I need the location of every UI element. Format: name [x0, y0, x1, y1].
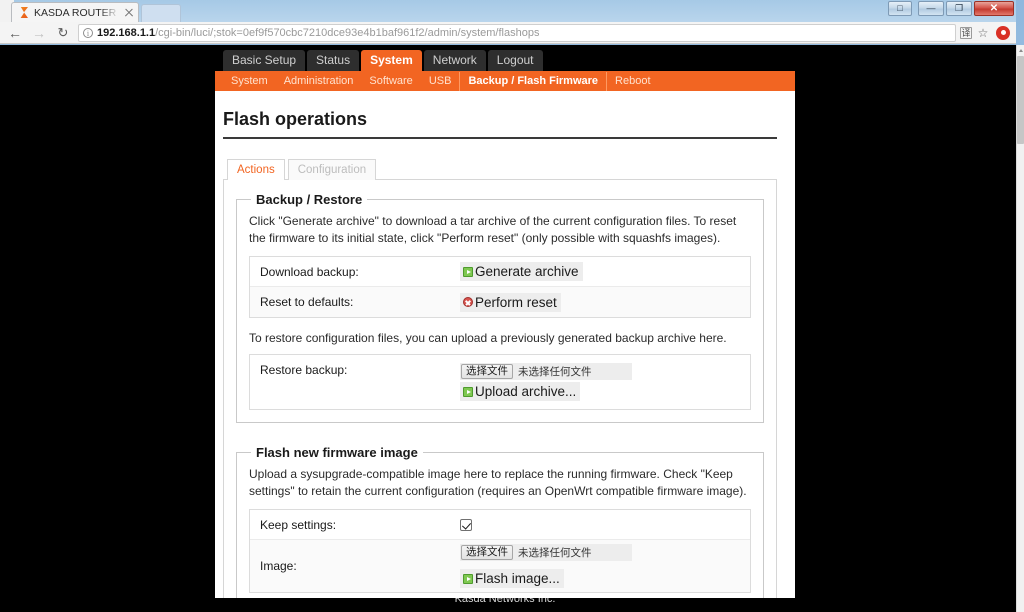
browser-window: KASDA ROUTER :Home □ — ❐ ✕ ← → ↻ i	[0, 0, 1024, 612]
submenu-item-software[interactable]: Software	[361, 72, 420, 91]
url-path: /cgi-bin/luci/;stok=0ef9f570cbc7210dce93…	[155, 26, 540, 39]
perform-reset-label: Perform reset	[475, 294, 557, 310]
forward-icon[interactable]: →	[28, 23, 50, 43]
mainmenu-item-network[interactable]: Network	[423, 50, 486, 71]
reload-icon[interactable]: ↻	[52, 23, 74, 43]
table-row: Keep settings:	[250, 510, 750, 540]
submenu-item-backup-flash-firmware[interactable]: Backup / Flash Firmware	[459, 71, 608, 91]
window-close-button[interactable]: ✕	[974, 1, 1014, 16]
close-icon[interactable]	[124, 8, 134, 18]
generate-archive-button[interactable]: Generate archive	[460, 262, 583, 281]
mainmenu-item-system[interactable]: System	[361, 50, 422, 71]
luci-page-container: Basic Setup Status System Network Logout…	[215, 45, 795, 612]
table-row: Restore backup: 选择文件 未选择任何文件 Upload arch…	[250, 355, 750, 409]
url-text: 192.168.1.1/cgi-bin/luci/;stok=0ef9f570c…	[97, 27, 539, 39]
image-file-input[interactable]: 选择文件 未选择任何文件	[460, 544, 632, 561]
restore-backup-label: Restore backup:	[260, 363, 348, 377]
sub-navigation: System Administration Software USB Backu…	[215, 71, 795, 91]
browser-tab-title: KASDA ROUTER :Home	[34, 6, 119, 19]
page-title: Flash operations	[223, 101, 777, 139]
restore-file-input[interactable]: 选择文件 未选择任何文件	[460, 363, 632, 380]
profile-avatar-icon[interactable]	[994, 24, 1012, 42]
restore-file-name: 未选择任何文件	[518, 366, 592, 378]
minimize-icon: —	[926, 3, 936, 13]
submenu-item-administration[interactable]: Administration	[276, 72, 362, 91]
page-footer-strip: Kasda Networks Inc.	[215, 598, 795, 612]
perform-reset-button[interactable]: Perform reset	[460, 292, 561, 312]
reset-defaults-value: Perform reset	[460, 292, 740, 312]
window-maximize-button[interactable]: ❐	[946, 1, 972, 16]
mainmenu-item-basic-setup[interactable]: Basic Setup	[223, 50, 306, 71]
apply-arrow-icon	[463, 573, 473, 584]
table-row: Download backup: Generate archive	[250, 257, 750, 287]
apply-arrow-icon	[463, 266, 473, 277]
reset-defaults-label: Reset to defaults:	[260, 295, 354, 309]
image-choose-file-button[interactable]: 选择文件	[461, 545, 513, 560]
tab-configuration[interactable]: Configuration	[287, 159, 377, 180]
restore-backup-value: 选择文件 未选择任何文件 Upload archive...	[460, 363, 740, 401]
upload-archive-button[interactable]: Upload archive...	[460, 382, 581, 401]
flash-image-button[interactable]: Flash image...	[460, 569, 564, 588]
keep-settings-checkbox[interactable]	[460, 518, 472, 531]
address-bar[interactable]: i 192.168.1.1/cgi-bin/luci/;stok=0ef9f57…	[78, 23, 956, 42]
section-backup-restore-description: Click "Generate archive" to download a t…	[249, 214, 737, 245]
cbi-tab-bar: Actions Configuration	[227, 159, 777, 180]
kasda-logo-icon	[18, 7, 29, 18]
url-host: 192.168.1.1	[97, 26, 156, 39]
image-file-name: 未选择任何文件	[518, 547, 592, 559]
mainmenu-item-logout[interactable]: Logout	[487, 50, 543, 71]
back-icon[interactable]: ←	[4, 23, 26, 43]
download-backup-value: Generate archive	[460, 262, 740, 281]
section-flash-firmware-description: Upload a sysupgrade-compatible image her…	[249, 467, 747, 498]
window-minimize-button[interactable]: —	[918, 1, 944, 16]
vertical-scrollbar[interactable]	[1016, 45, 1024, 612]
maximize-icon: ❐	[954, 3, 964, 13]
window-controls: □ — ❐ ✕	[888, 1, 1014, 16]
page-body: Flash operations Actions Configuration B…	[215, 91, 795, 612]
translate-icon[interactable]: 译	[960, 26, 972, 39]
backup-actions-table: Download backup: Generate archive Reset …	[249, 256, 751, 318]
main-navigation: Basic Setup Status System Network Logout	[215, 45, 795, 71]
section-backup-restore-legend: Backup / Restore	[256, 192, 363, 207]
page-viewport: Basic Setup Status System Network Logout…	[0, 45, 1016, 612]
apply-arrow-icon	[463, 386, 473, 397]
mainmenu-item-status[interactable]: Status	[307, 50, 360, 71]
browser-toolbar: ← → ↻ i 192.168.1.1/cgi-bin/luci/;stok=0…	[0, 22, 1016, 44]
close-icon: ✕	[989, 2, 999, 14]
table-row: Image: 选择文件 未选择任何文件 Flash image...	[250, 540, 750, 592]
submenu-item-usb[interactable]: USB	[421, 72, 460, 91]
user-icon: □	[897, 3, 903, 13]
bookmark-star-icon[interactable]: ☆	[974, 24, 992, 42]
page-footer-text: Kasda Networks Inc.	[454, 598, 556, 605]
flash-image-label: Flash image...	[475, 571, 560, 586]
page-info-icon[interactable]: i	[83, 27, 93, 38]
browser-tab-strip: KASDA ROUTER :Home □ — ❐ ✕	[0, 0, 1016, 22]
restore-choose-file-button[interactable]: 选择文件	[461, 364, 513, 379]
generate-archive-label: Generate archive	[475, 264, 579, 279]
section-flash-firmware-legend: Flash new firmware image	[256, 445, 418, 460]
submenu-item-reboot[interactable]: Reboot	[607, 72, 658, 91]
tab-actions[interactable]: Actions	[227, 159, 285, 180]
flash-firmware-table: Keep settings: Image: 选择文件 未选择任何文件 Flash…	[249, 509, 751, 593]
browser-tab-inactive[interactable]	[141, 4, 181, 22]
window-user-button[interactable]: □	[888, 1, 912, 16]
section-backup-restore: Backup / Restore Click "Generate archive…	[236, 192, 764, 423]
scrollbar-up-arrow-icon[interactable]	[1017, 45, 1024, 56]
submenu-item-system[interactable]: System	[223, 72, 276, 91]
image-value: 选择文件 未选择任何文件 Flash image...	[460, 544, 740, 588]
keep-settings-value	[460, 518, 740, 531]
upload-archive-label: Upload archive...	[475, 384, 577, 399]
scrollbar-thumb[interactable]	[1017, 56, 1024, 144]
table-row: Reset to defaults: Perform reset	[250, 287, 750, 317]
restore-description: To restore configuration files, you can …	[249, 331, 727, 345]
download-backup-label: Download backup:	[260, 264, 359, 279]
cbi-tab-panel: Backup / Restore Click "Generate archive…	[223, 179, 777, 612]
browser-tab-active[interactable]: KASDA ROUTER :Home	[11, 2, 139, 22]
image-label: Image:	[260, 559, 297, 573]
section-flash-firmware: Flash new firmware image Upload a sysupg…	[236, 445, 764, 606]
restore-backup-table: Restore backup: 选择文件 未选择任何文件 Upload arch…	[249, 354, 751, 410]
keep-settings-label: Keep settings:	[260, 517, 337, 532]
reset-cross-icon	[463, 297, 473, 307]
